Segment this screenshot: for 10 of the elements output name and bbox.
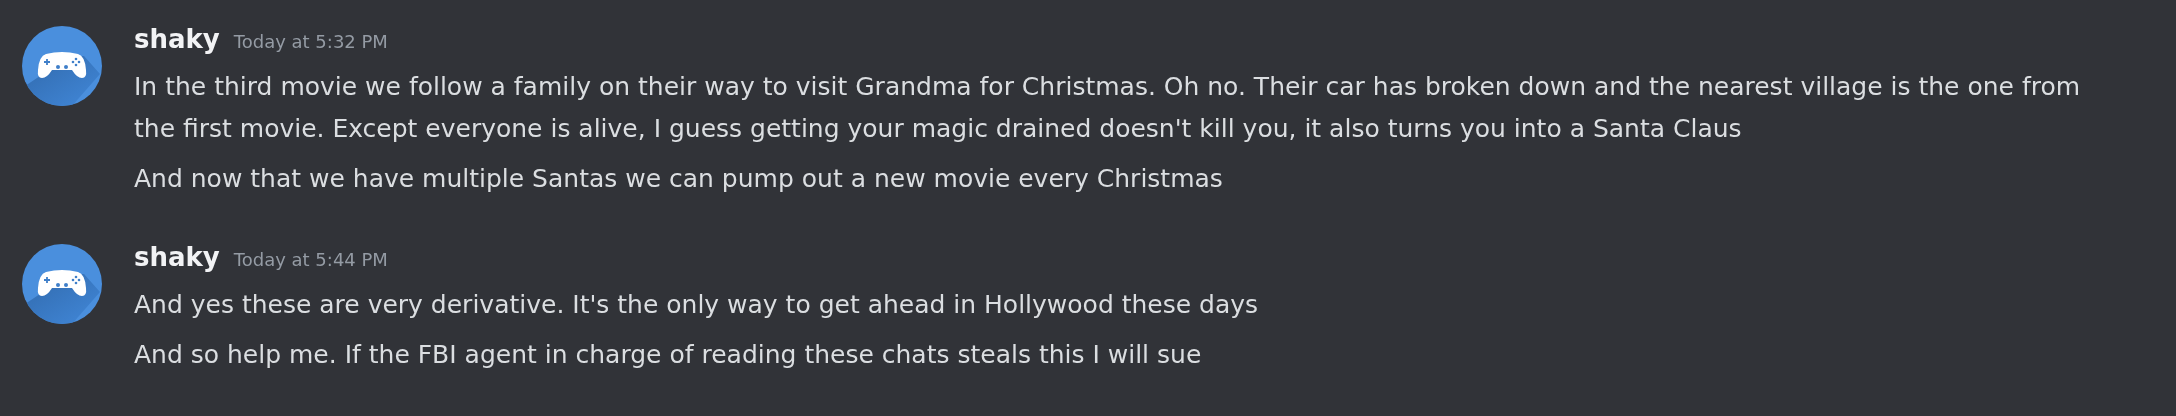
username[interactable]: shaky [134,242,220,272]
message-text: And yes these are very derivative. It's the only way to get ahead in Hollywood these days [134,289,1260,321]
message-text: And so help me. If the FBI agent in charge of reading these chats steals this I will sue [134,339,1203,371]
timestamp: Today at 5:32 PM [233,31,388,52]
message-text: And now that we have multiple Santas we can pump out a new movie every Christmas [134,163,1224,195]
message-text: In the third movie we follow a family on their way to visit Grandma for Christmas. Oh no. Their car has broken down and the nearest village is the one from the first movie. Except everyone is alive, I guess getting your magic drained doesn't kill you, it also turns you into a Santa Claus [134,71,2082,145]
avatar-icon[interactable] [22,26,102,106]
username[interactable]: shaky [134,24,220,54]
timestamp: Today at 5:44 PM [233,249,388,270]
avatar-icon[interactable] [22,244,102,324]
